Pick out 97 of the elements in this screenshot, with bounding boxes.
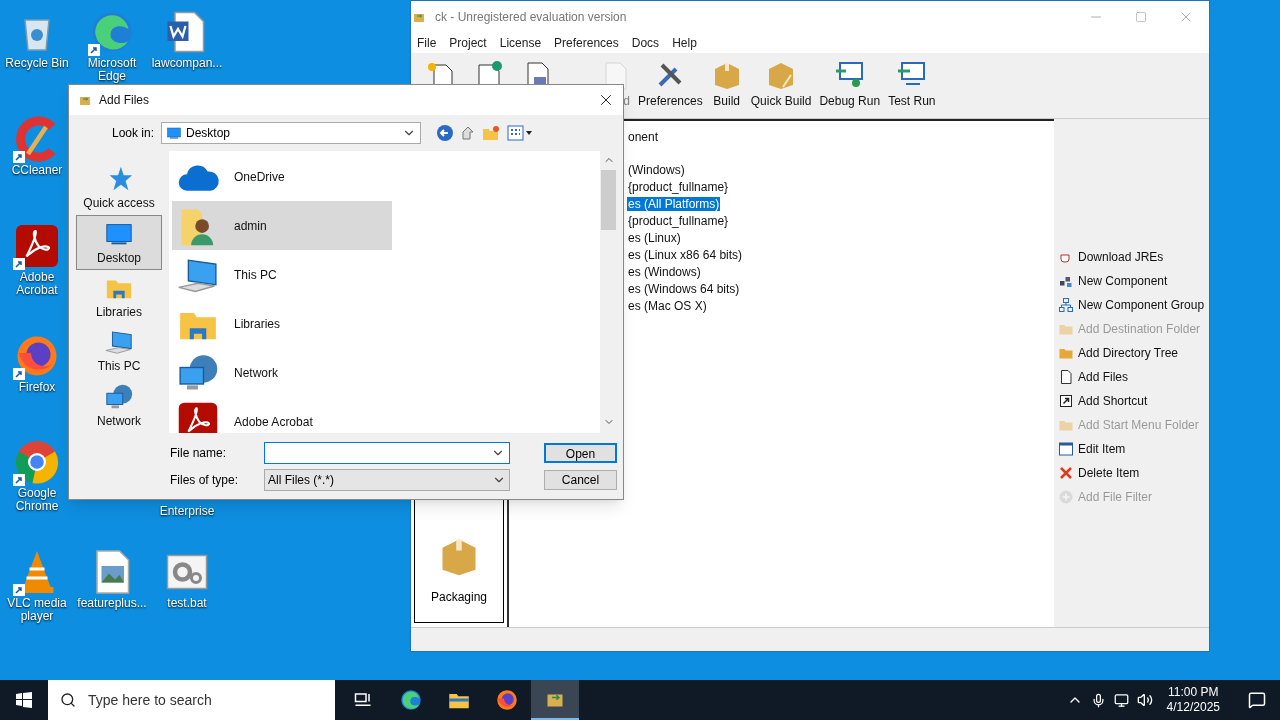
start-icon[interactable] — [16, 692, 32, 708]
desktop-icon-label: Recycle Bin — [5, 57, 69, 70]
desktop-icon[interactable]: Microsoft Edge — [75, 8, 149, 83]
new-folder-icon[interactable] — [482, 125, 500, 141]
desktop-icon[interactable]: Recycle Bin — [0, 8, 74, 70]
action-item[interactable]: Edit Item — [1058, 437, 1209, 461]
search-field[interactable]: Type here to search — [48, 680, 335, 720]
file-type-dropdown[interactable]: All Files (*.*) — [264, 469, 510, 491]
menu-item[interactable]: Project — [449, 34, 487, 52]
desktop-icon[interactable]: featureplus... — [75, 548, 149, 610]
desktop-icon-label: test.bat — [167, 597, 207, 610]
location-entry[interactable]: This PC — [172, 250, 392, 299]
place-item[interactable]: Libraries — [76, 269, 162, 325]
dialog-title: Add Files — [99, 92, 150, 109]
browser-icon — [495, 688, 519, 712]
menu-item[interactable]: License — [499, 34, 542, 52]
view-menu-icon[interactable] — [507, 125, 533, 141]
toolbar-button[interactable]: Test Run — [884, 59, 940, 110]
desktop-icon[interactable]: VLC media player — [0, 548, 74, 623]
file-type-label: Files of type: — [170, 472, 240, 489]
desktop-icon-label: Firefox — [18, 381, 56, 394]
file-name-field[interactable] — [264, 442, 510, 464]
up-folder-icon[interactable] — [460, 125, 476, 141]
toolbar-button[interactable]: Debug Run — [815, 59, 885, 110]
action-item[interactable]: New Component — [1058, 269, 1209, 293]
browser-icon — [399, 688, 423, 712]
tree-item[interactable]: {product_fullname} — [627, 214, 730, 228]
window-icon — [1058, 441, 1074, 457]
place-item[interactable]: Network — [76, 378, 162, 434]
place-item[interactable]: Quick access — [76, 161, 162, 216]
tree-item[interactable]: es (Windows 64 bits) — [627, 282, 741, 296]
desktop-icon[interactable]: Firefox — [0, 332, 74, 394]
desktop-icon-label: featureplus... — [77, 597, 147, 610]
toolbar-button[interactable]: Build — [706, 59, 747, 110]
tree-item[interactable]: es (Windows) — [627, 265, 702, 279]
desktop-icon — [166, 125, 182, 141]
action-item[interactable]: New Component Group — [1058, 293, 1209, 317]
menu-item[interactable]: Preferences — [554, 34, 619, 52]
browser-icon — [13, 438, 61, 486]
location-entry[interactable]: OneDrive — [172, 152, 392, 201]
file-icon — [1058, 369, 1074, 385]
desktop-icon-label: Microsoft Edge — [86, 57, 138, 83]
desktop-icon-label: Enterprise — [158, 505, 216, 518]
action-item[interactable]: Add Files — [1058, 365, 1209, 389]
look-in-label: Look in: — [110, 125, 155, 142]
menu-item[interactable]: Docs — [631, 34, 660, 52]
tree-item[interactable]: es (Linux x86 64 bits) — [627, 248, 744, 262]
file-name-label: File name: — [170, 445, 228, 462]
menu-item[interactable]: File — [417, 34, 437, 52]
toolbar-button[interactable]: Preferences — [634, 59, 707, 110]
place-item[interactable]: This PC — [76, 324, 162, 379]
cancel-button[interactable]: Cancel — [544, 470, 617, 490]
desktop-icon[interactable]: Google Chrome — [0, 438, 74, 513]
microphone-icon[interactable] — [1090, 692, 1106, 708]
action-item[interactable]: Add Shortcut — [1058, 389, 1209, 413]
location-entry[interactable]: Adobe Acrobat — [172, 397, 392, 433]
clock-date: 4/12/2025 — [1166, 700, 1220, 715]
tree-item[interactable]: es (Linux) — [627, 231, 682, 245]
taskbar-button[interactable] — [531, 680, 579, 720]
desktop-icon-label: Google Chrome — [14, 487, 60, 513]
tree-item[interactable]: onent — [627, 130, 660, 144]
notifications-icon[interactable] — [1248, 691, 1266, 709]
volume-icon[interactable] — [1136, 692, 1153, 708]
tree-item[interactable]: {product_fullname} — [627, 180, 730, 194]
action-item[interactable]: Add Directory Tree — [1058, 341, 1209, 365]
shortcut-icon — [1058, 393, 1074, 409]
pdf-icon — [13, 222, 61, 270]
hierarchy-icon — [1058, 297, 1074, 313]
add-icon — [1058, 489, 1074, 505]
network-icon[interactable] — [1113, 692, 1129, 708]
desktop-icon[interactable]: CCleaner — [0, 115, 74, 177]
desktop-icon[interactable]: Adobe Acrobat — [0, 222, 74, 297]
toolbar-button[interactable]: Quick Build — [746, 59, 816, 110]
clock-time: 11:00 PM — [1168, 685, 1219, 700]
desktop-icon-label: CCleaner — [11, 164, 63, 177]
desktop-icon-label: Adobe Acrobat — [15, 271, 59, 297]
place-item[interactable]: Desktop — [76, 215, 162, 270]
action-item[interactable]: Download JREs — [1058, 245, 1209, 269]
tree-item[interactable]: es (All Platforms) — [627, 197, 721, 211]
location-entry[interactable]: Network — [172, 348, 392, 397]
desktop-icon[interactable]: test.bat — [150, 548, 224, 610]
back-icon[interactable] — [436, 124, 454, 142]
desktop-icon-label: VLC media player — [6, 597, 68, 623]
tree-item[interactable]: (Windows) — [627, 163, 686, 177]
desktop-icon[interactable]: lawcompan... — [150, 8, 224, 70]
scroll-thumb[interactable] — [601, 170, 616, 230]
open-button[interactable]: Open — [544, 443, 617, 463]
look-in-dropdown[interactable]: Desktop — [161, 122, 421, 144]
action-item[interactable]: Delete Item — [1058, 461, 1209, 485]
location-entry[interactable]: Libraries — [172, 299, 392, 348]
location-entry[interactable]: admin — [172, 201, 392, 250]
search-icon — [60, 692, 76, 708]
desktop-icon-label: lawcompan... — [151, 57, 223, 70]
tree-item[interactable]: es (Mac OS X) — [627, 299, 708, 313]
close-icon — [1058, 465, 1074, 481]
menu-item[interactable]: Help — [672, 34, 697, 52]
window-title: ck - Unregistered evaluation version — [435, 9, 627, 26]
